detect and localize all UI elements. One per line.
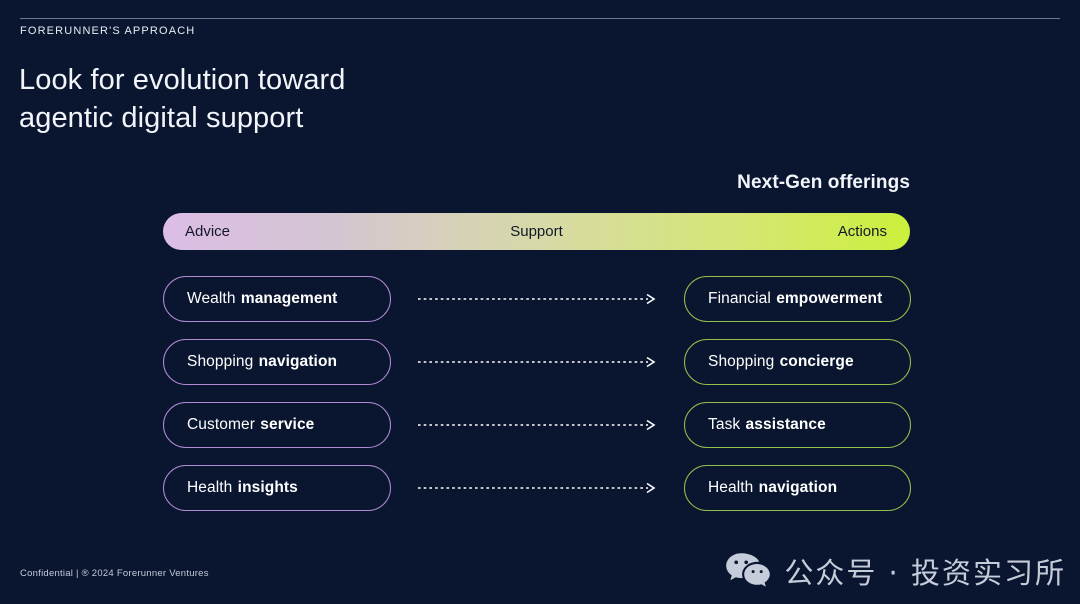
dashed-arrow-connector (418, 293, 658, 305)
pill-word-primary: Task (708, 416, 741, 433)
current-offering-pill[interactable]: Wealth management (163, 276, 391, 322)
pill-word-emphasis: concierge (779, 353, 854, 370)
pill-word-emphasis: insights (237, 479, 298, 496)
next-gen-offering-pill[interactable]: Task assistance (684, 402, 911, 448)
pill-word-primary: Shopping (187, 353, 254, 370)
pill-word-primary: Financial (708, 290, 771, 307)
next-gen-offering-pill[interactable]: Health navigation (684, 465, 911, 511)
spectrum-label-actions: Actions (837, 223, 887, 240)
pill-word-emphasis: management (240, 290, 338, 307)
current-offering-pill[interactable]: Health insights (163, 465, 391, 511)
spectrum-label-support: Support (510, 223, 563, 240)
dashed-arrow-connector (418, 356, 658, 368)
pill-word-emphasis: navigation (258, 353, 338, 370)
next-gen-offering-pill[interactable]: Financial empowerment (684, 276, 911, 322)
confidential-footer: Confidential | ® 2024 Forerunner Venture… (20, 568, 209, 579)
mapping-rows: Wealth management Financial empowerment Sh… (0, 276, 1080, 528)
pill-word-emphasis: navigation (758, 479, 838, 496)
next-gen-column-label: Next-Gen offerings (737, 172, 910, 193)
mapping-row: Shopping navigation Shopping concierge (0, 339, 1080, 385)
wechat-watermark: 公众号 · 投资实习所 (725, 550, 1066, 592)
slide-canvas: FORERUNNER'S APPROACH Look for evolution… (0, 0, 1080, 604)
mapping-row: Wealth management Financial empowerment (0, 276, 1080, 322)
eyebrow-label: FORERUNNER'S APPROACH (20, 25, 196, 37)
pill-word-emphasis: empowerment (776, 290, 883, 307)
mapping-row: Health insights Health navigation (0, 465, 1080, 511)
current-offering-pill[interactable]: Customer service (163, 402, 391, 448)
mapping-row: Customer service Task assistance (0, 402, 1080, 448)
page-title: Look for evolution toward agentic digita… (19, 64, 346, 134)
pill-word-emphasis: assistance (745, 416, 826, 433)
dashed-arrow-connector (418, 482, 658, 494)
wechat-icon (725, 551, 771, 591)
pill-word-primary: Customer (187, 416, 255, 433)
watermark-text: 公众号 · 投资实习所 (784, 556, 1066, 590)
dashed-arrow-connector (418, 419, 658, 431)
pill-word-primary: Shopping (708, 353, 775, 370)
pill-word-primary: Health (187, 479, 233, 496)
header-divider (20, 18, 1060, 19)
spectrum-gradient-bar: Advice Support Actions (163, 213, 910, 250)
next-gen-offering-pill[interactable]: Shopping concierge (684, 339, 911, 385)
pill-word-primary: Health (708, 479, 754, 496)
spectrum-label-advice: Advice (185, 223, 231, 240)
pill-word-emphasis: service (260, 416, 315, 433)
current-offering-pill[interactable]: Shopping navigation (163, 339, 391, 385)
pill-word-primary: Wealth (187, 290, 236, 307)
